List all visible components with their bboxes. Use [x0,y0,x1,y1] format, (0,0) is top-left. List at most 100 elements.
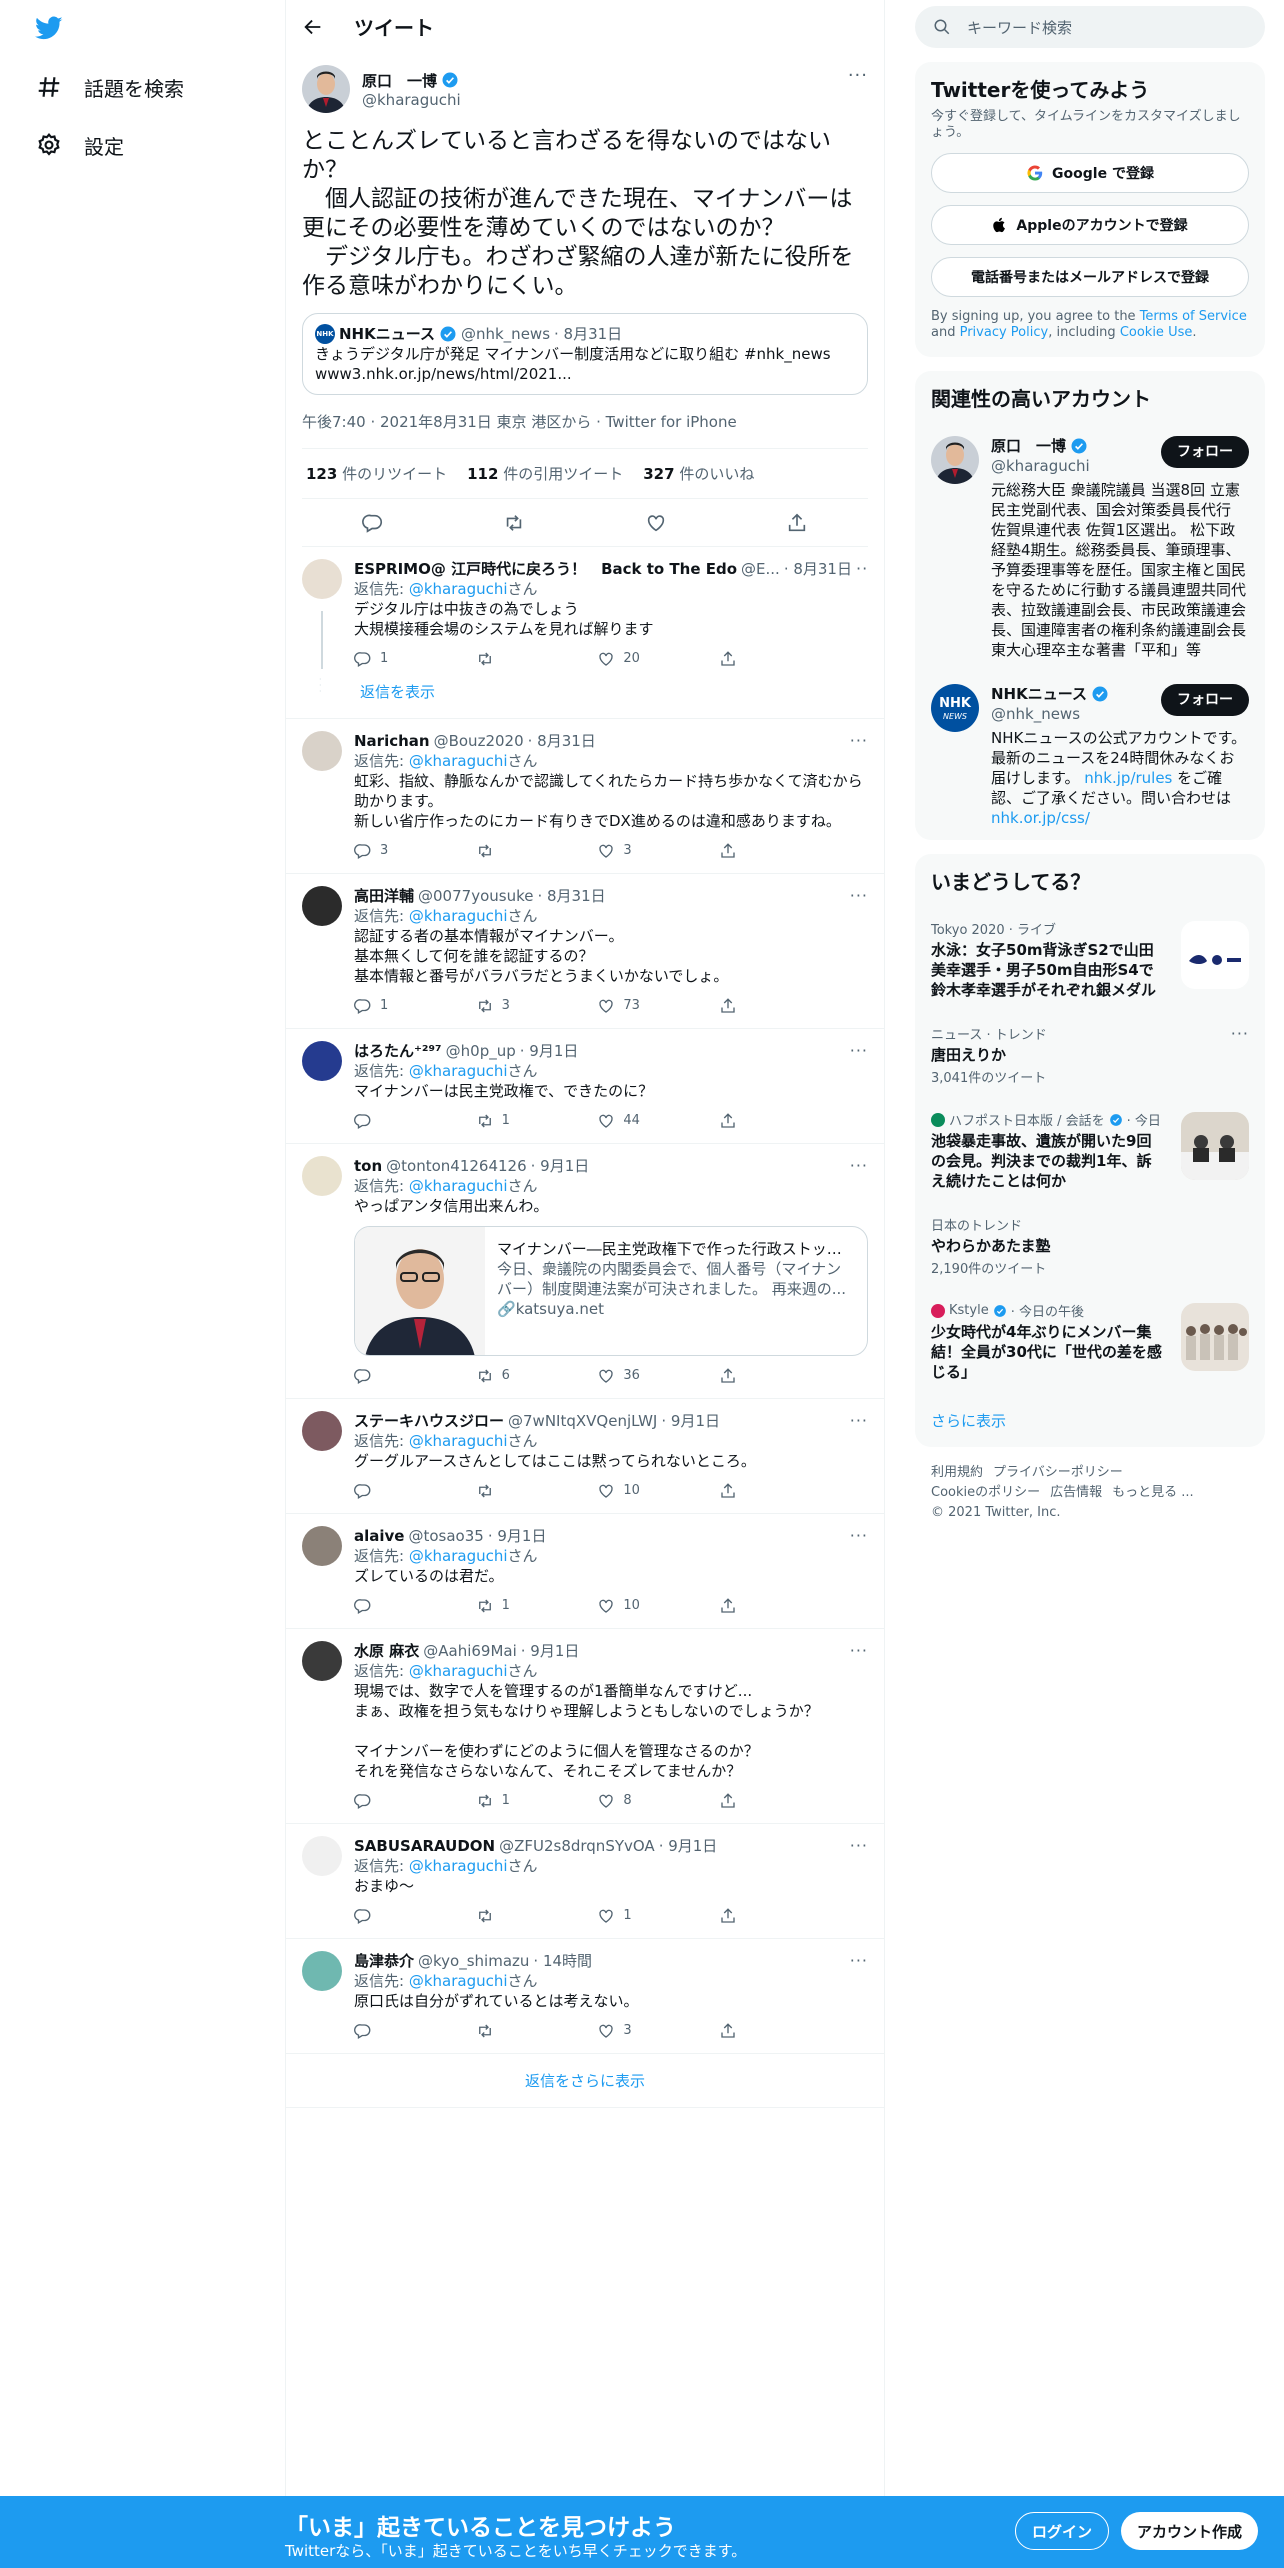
retweet-action[interactable]: 6 [476,1366,536,1386]
ads-info-link[interactable]: 広告情報 [1050,1485,1102,1500]
relevant-account[interactable]: NHK NEWS NHKニュース @nhk_news フォロー NHKニュースの公… [915,672,1265,840]
avatar[interactable] [931,436,979,484]
reply-action[interactable] [354,1791,414,1811]
twitter-logo-icon[interactable] [33,14,65,42]
share-action[interactable] [719,1366,779,1386]
terms-of-service-link[interactable]: Terms of Service [1140,309,1247,324]
reply-date[interactable]: · 9月1日 [521,1641,580,1661]
show-more-replies-button[interactable]: 返信をさらに表示 [286,2054,884,2108]
relevant-account[interactable]: 原口 一博 @kharaguchi フォロー 元総務大臣 衆議院議員 当選8回 … [915,424,1265,672]
retweet-action[interactable]: 1 [476,1596,536,1616]
avatar[interactable] [302,1641,342,1681]
reply-tweet[interactable]: 島津恭介 @kyo_shimazu · 14時間 ··· 返信先: @khara… [286,1939,884,2054]
reply-date[interactable]: · 8月31日 [784,559,852,579]
show-replies-link[interactable]: 返信を表示 [286,681,884,719]
google-signup-button[interactable]: Google で登録 [931,153,1249,193]
like-action[interactable]: 73 [597,996,657,1016]
reply-date[interactable]: · 9月1日 [488,1526,547,1546]
reply-to-handle-link[interactable]: @kharaguchi [409,1547,508,1565]
reply-to-handle-link[interactable]: @kharaguchi [409,1062,508,1080]
nhk-avatar-icon[interactable]: NHK NEWS [931,684,979,732]
reply-author-handle[interactable]: @7wNItqXVQenjLWJ [508,1411,657,1431]
avatar[interactable] [302,1526,342,1566]
reply-to-handle-link[interactable]: @kharaguchi [409,580,508,598]
login-button[interactable]: ログイン [1015,2512,1110,2550]
privacy-policy-link[interactable]: Privacy Policy [960,325,1049,340]
link-card[interactable]: マイナンバー―民主党政権下で作った行政ストック... 今日、衆議院の内閣委員会で… [354,1226,868,1356]
reply-author-handle[interactable]: @tosao35 [408,1526,483,1546]
reply-action[interactable] [354,2021,414,2041]
reply-to-handle-link[interactable]: @kharaguchi [409,1857,508,1875]
reply-tweet[interactable]: Narichan @Bouz2020 · 8月31日 ··· 返信先: @kha… [286,719,884,874]
avatar[interactable] [302,1836,342,1876]
reply-action[interactable]: 3 [354,841,414,861]
reply-author-name[interactable]: ステーキハウスジロー [354,1411,504,1431]
avatar[interactable] [302,731,342,771]
reply-tweet[interactable]: ton @tonton41264126 · 9月1日 ··· 返信先: @kha… [286,1144,884,1399]
reply-author-name[interactable]: はろたん⁺²⁹⁷ [354,1041,442,1061]
share-action[interactable] [719,996,779,1016]
avatar[interactable] [302,1951,342,1991]
privacy-link[interactable]: プライバシーポリシー [993,1465,1123,1480]
reply-action[interactable]: 1 [354,649,414,669]
like-action[interactable]: 44 [597,1111,657,1131]
reply-author-name[interactable]: ESPRIMO@ 江戸時代に戻ろう！ Back to The Edo [354,559,737,579]
more-options-icon[interactable]: ··· [850,731,868,751]
reply-author-name[interactable]: 水原 麻衣 [354,1641,419,1661]
share-action[interactable] [719,1596,779,1616]
nav-settings[interactable]: 設定 [22,120,138,170]
avatar[interactable] [302,65,350,113]
share-action[interactable] [719,841,779,861]
reply-date[interactable]: · 14時間 [533,1951,592,1971]
like-action[interactable]: 10 [597,1481,657,1501]
more-options-icon[interactable]: ··· [1231,1024,1249,1043]
cookie-use-link[interactable]: Cookie Use [1120,325,1193,340]
search-input[interactable]: キーワード検索 [915,6,1265,48]
reply-tweet[interactable]: ステーキハウスジロー @7wNItqXVQenjLWJ · 9月1日 ··· 返… [286,1399,884,1514]
reply-to-handle-link[interactable]: @kharaguchi [409,907,508,925]
trend-item[interactable]: 日本のトレンド やわらかあたま塾 2,190件のツイート [915,1203,1265,1289]
retweet-count-link[interactable]: 123 件のリツイート [306,463,447,484]
more-options-icon[interactable]: ··· [850,1411,868,1431]
avatar[interactable] [302,1156,342,1196]
apple-signup-button[interactable]: Appleのアカウントで登録 [931,205,1249,245]
reply-author-handle[interactable]: @Bouz2020 [434,731,524,751]
reply-date[interactable]: · 9月1日 [659,1836,718,1856]
like-action[interactable]: 1 [597,1906,657,1926]
quote-count-link[interactable]: 112 件の引用ツイート [467,463,623,484]
reply-date[interactable]: · 9月1日 [661,1411,720,1431]
reply-action[interactable] [354,1366,414,1386]
quoted-tweet[interactable]: NHK NHKニュース @nhk_news · 8月31日 きょうデジタル庁が発… [302,313,868,395]
reply-action[interactable] [354,1481,414,1501]
avatar[interactable] [302,559,342,599]
reply-to-handle-link[interactable]: @kharaguchi [409,1972,508,1990]
reply-tweet[interactable]: はろたん⁺²⁹⁷ @h0p_up · 9月1日 ··· 返信先: @kharag… [286,1029,884,1144]
reply-author-name[interactable]: ton [354,1156,382,1176]
reply-author-name[interactable]: 島津恭介 [354,1951,414,1971]
more-options-icon[interactable]: ··· [850,1526,868,1546]
trend-item[interactable]: ハフポスト日本版 / 会話を · 今日 池袋暴走事故、遺族が開いた9回の会見。判決… [915,1098,1265,1203]
more-options-icon[interactable]: ··· [850,1641,868,1661]
reply-tweet[interactable]: alaive @tosao35 · 9月1日 ··· 返信先: @kharagu… [286,1514,884,1629]
reply-to-handle-link[interactable]: @kharaguchi [409,1432,508,1450]
follow-button[interactable]: フォロー [1161,436,1249,468]
reply-author-handle[interactable]: @kyo_shimazu [418,1951,529,1971]
retweet-action[interactable] [476,649,536,669]
share-action[interactable] [719,649,779,669]
signup-button[interactable]: アカウント作成 [1121,2512,1259,2550]
retweet-icon[interactable] [503,512,525,534]
trend-item[interactable]: ニュース · トレンド 唐田えりか 3,041件のツイート ··· [915,1012,1265,1098]
trend-item[interactable]: Tokyo 2020 · ライブ 水泳：女子50m背泳ぎS2で山田美幸選手・男子… [915,907,1265,1012]
avatar[interactable] [302,886,342,926]
reply-to-handle-link[interactable]: @kharaguchi [409,752,508,770]
share-action[interactable] [719,1906,779,1926]
avatar[interactable] [302,1041,342,1081]
nav-explore[interactable]: 話題を検索 [22,62,198,112]
like-count-link[interactable]: 327 件のいいね [643,463,754,484]
reply-author-handle[interactable]: @tonton41264126 [386,1156,526,1176]
like-action[interactable]: 3 [597,841,657,861]
like-action[interactable]: 20 [597,649,657,669]
back-arrow-icon[interactable] [302,16,324,38]
reply-action[interactable] [354,1906,414,1926]
follow-button[interactable]: フォロー [1161,684,1249,716]
